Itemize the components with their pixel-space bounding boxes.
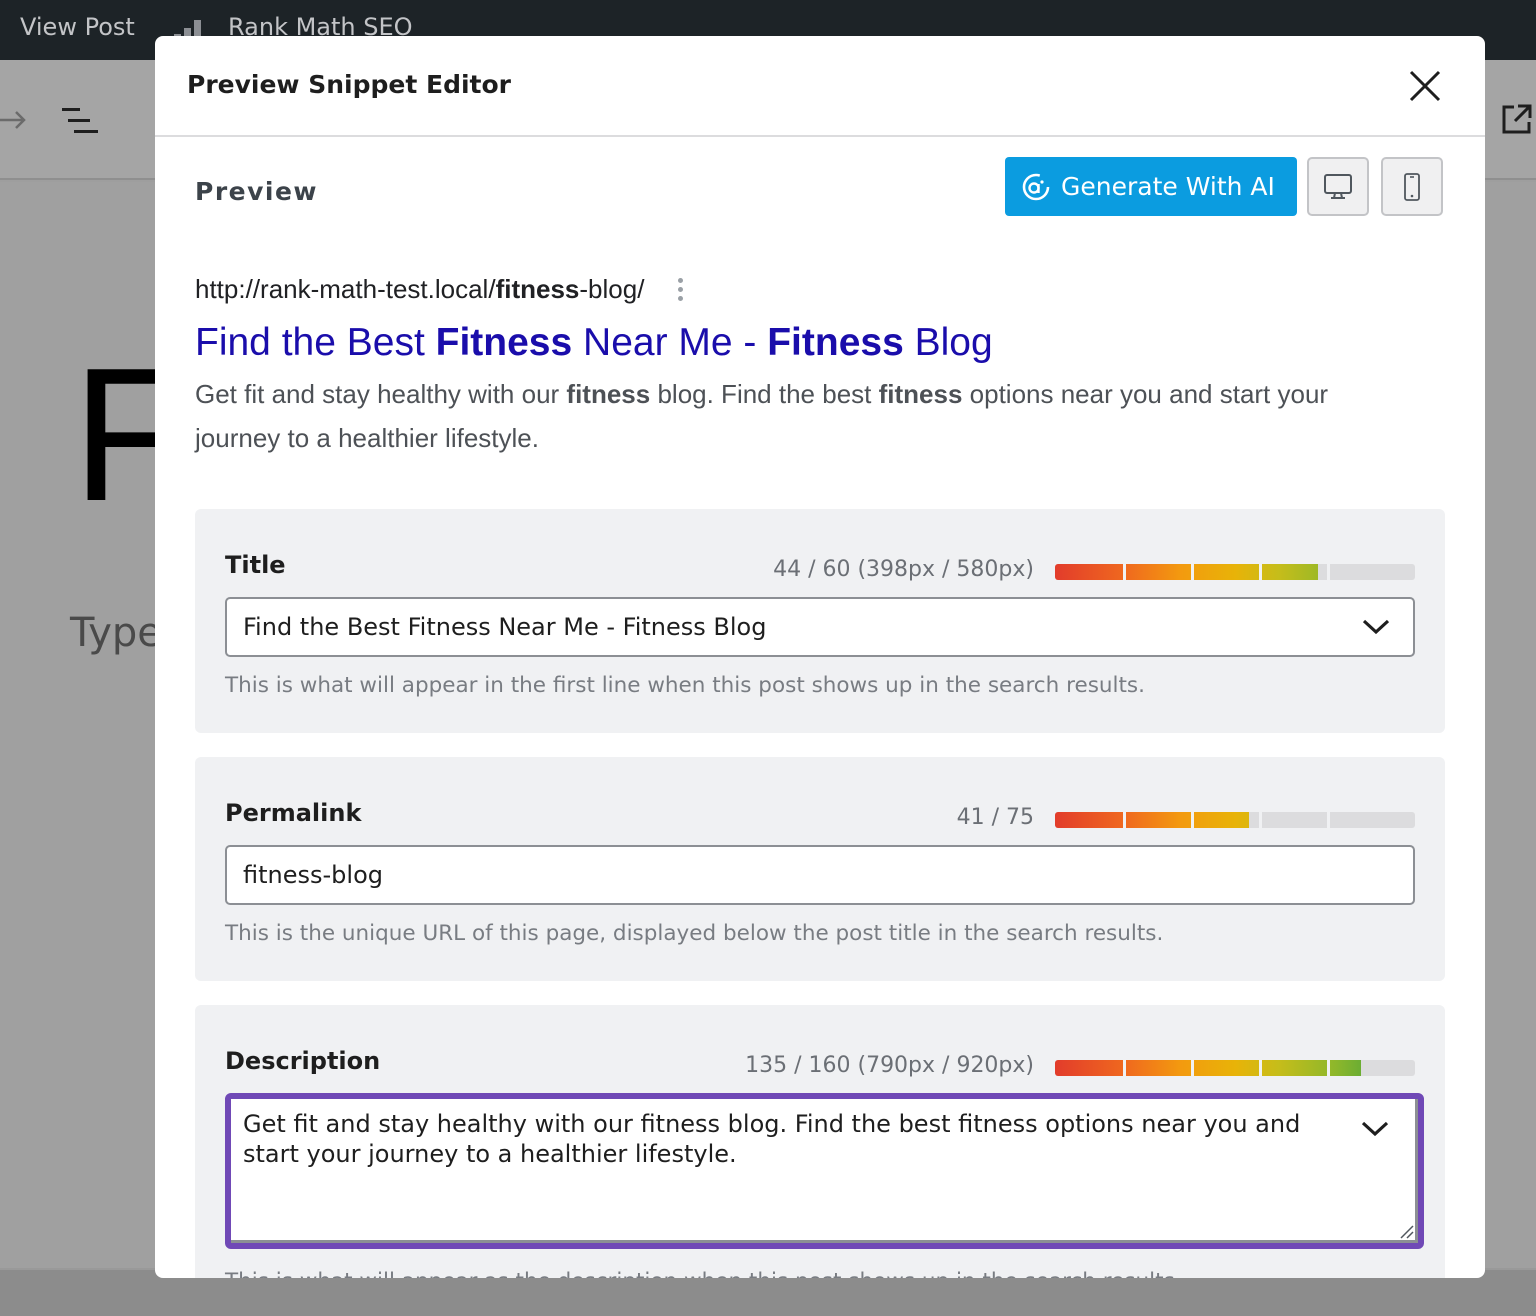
serp-title-part: Find the Best [195, 321, 436, 364]
meter-segment-divider [1190, 1060, 1194, 1076]
description-length-counter: 135 / 160 (790px / 920px) [745, 1053, 1034, 1078]
redo-icon[interactable] [0, 108, 30, 132]
mobile-preview-button[interactable] [1381, 157, 1443, 216]
serp-title-part: Near Me - [572, 321, 768, 364]
chevron-down-icon[interactable] [1360, 1117, 1390, 1141]
permalink-length-meter [1055, 812, 1415, 828]
serp-description-part: fitness [566, 379, 651, 409]
preview-heading: Preview [195, 177, 319, 206]
resize-handle-icon[interactable] [1398, 1223, 1414, 1239]
meter-segment-divider [1190, 564, 1194, 580]
generate-with-ai-button[interactable]: Generate With AI [1005, 157, 1297, 216]
generate-with-ai-label: Generate With AI [1061, 172, 1275, 201]
title-label: Title [225, 551, 286, 579]
block-placeholder[interactable]: Type [70, 610, 162, 656]
desktop-preview-button[interactable] [1307, 157, 1369, 216]
meter-segment-divider [1190, 812, 1194, 828]
preview-snippet-modal: Preview Snippet Editor Preview Generate … [155, 36, 1485, 1278]
chevron-down-icon[interactable] [1361, 615, 1391, 639]
description-length-meter [1055, 1060, 1415, 1076]
external-link-icon[interactable] [1500, 102, 1534, 136]
close-icon[interactable] [1405, 66, 1445, 106]
title-length-meter [1055, 564, 1415, 580]
description-textarea-value: Get fit and stay healthy with our fitnes… [243, 1110, 1301, 1168]
meter-segment-divider [1122, 564, 1126, 580]
ai-icon [1022, 173, 1050, 200]
serp-description-part: blog. Find the best [650, 379, 879, 409]
serp-preview: http://rank-math-test.local/fitness -blog… [195, 272, 1415, 460]
title-input[interactable]: Find the Best Fitness Near Me - Fitness … [225, 597, 1415, 657]
meter-segment-divider [1326, 812, 1330, 828]
more-options-icon[interactable] [670, 274, 690, 304]
title-help-text: This is what will appear in the first li… [225, 673, 1145, 698]
serp-description: Get fit and stay healthy with our fitnes… [195, 372, 1415, 460]
meter-segment-divider [1326, 1060, 1330, 1076]
permalink-meter-fill [1055, 812, 1250, 828]
meter-segment-divider [1326, 564, 1330, 580]
title-length-counter: 44 / 60 (398px / 580px) [773, 557, 1034, 582]
document-overview-icon[interactable] [60, 106, 100, 136]
description-help-text: This is what will appear as the descript… [225, 1269, 1182, 1278]
meter-segment-divider [1122, 1060, 1126, 1076]
description-meter-fill [1055, 1060, 1361, 1076]
serp-title-part: Fitness [767, 321, 904, 364]
desktop-icon [1324, 173, 1352, 199]
view-post-link[interactable]: View Post [20, 13, 135, 41]
serp-title-part: Blog [903, 321, 993, 364]
serp-url-prefix: http://rank-math-test.local/ [195, 273, 496, 304]
permalink-label: Permalink [225, 799, 362, 827]
meter-segment-divider [1258, 564, 1262, 580]
title-meter-fill [1055, 564, 1318, 580]
permalink-help-text: This is the unique URL of this page, dis… [225, 921, 1164, 946]
title-field-card: Title 44 / 60 (398px / 580px) Find the B… [195, 509, 1445, 733]
serp-url-keyword: fitness [495, 273, 580, 304]
serp-description-part: Get fit and stay healthy with our [195, 379, 567, 409]
permalink-length-counter: 41 / 75 [956, 805, 1034, 830]
serp-title-part: Fitness [435, 321, 573, 364]
mobile-icon [1404, 172, 1420, 201]
permalink-input[interactable]: fitness-blog [225, 845, 1415, 905]
description-label: Description [225, 1047, 381, 1075]
modal-header: Preview Snippet Editor [155, 36, 1485, 137]
meter-segment-divider [1258, 812, 1262, 828]
permalink-input-value: fitness-blog [243, 861, 383, 889]
title-input-value: Find the Best Fitness Near Me - Fitness … [243, 613, 767, 641]
description-field-card: Description 135 / 160 (790px / 920px) Ge… [195, 1005, 1445, 1278]
meter-segment-divider [1258, 1060, 1262, 1076]
serp-description-part: fitness [878, 379, 963, 409]
permalink-field-card: Permalink 41 / 75 fitness-blog This is t… [195, 757, 1445, 981]
meter-segment-divider [1122, 812, 1126, 828]
serp-url: http://rank-math-test.local/fitness -blog… [195, 272, 1415, 306]
serp-title[interactable]: Find the Best Fitness Near Me - Fitness … [195, 320, 1415, 366]
serp-url-suffix: -blog/ [579, 273, 645, 304]
modal-title: Preview Snippet Editor [187, 70, 511, 99]
description-textarea[interactable]: Get fit and stay healthy with our fitnes… [225, 1093, 1424, 1249]
